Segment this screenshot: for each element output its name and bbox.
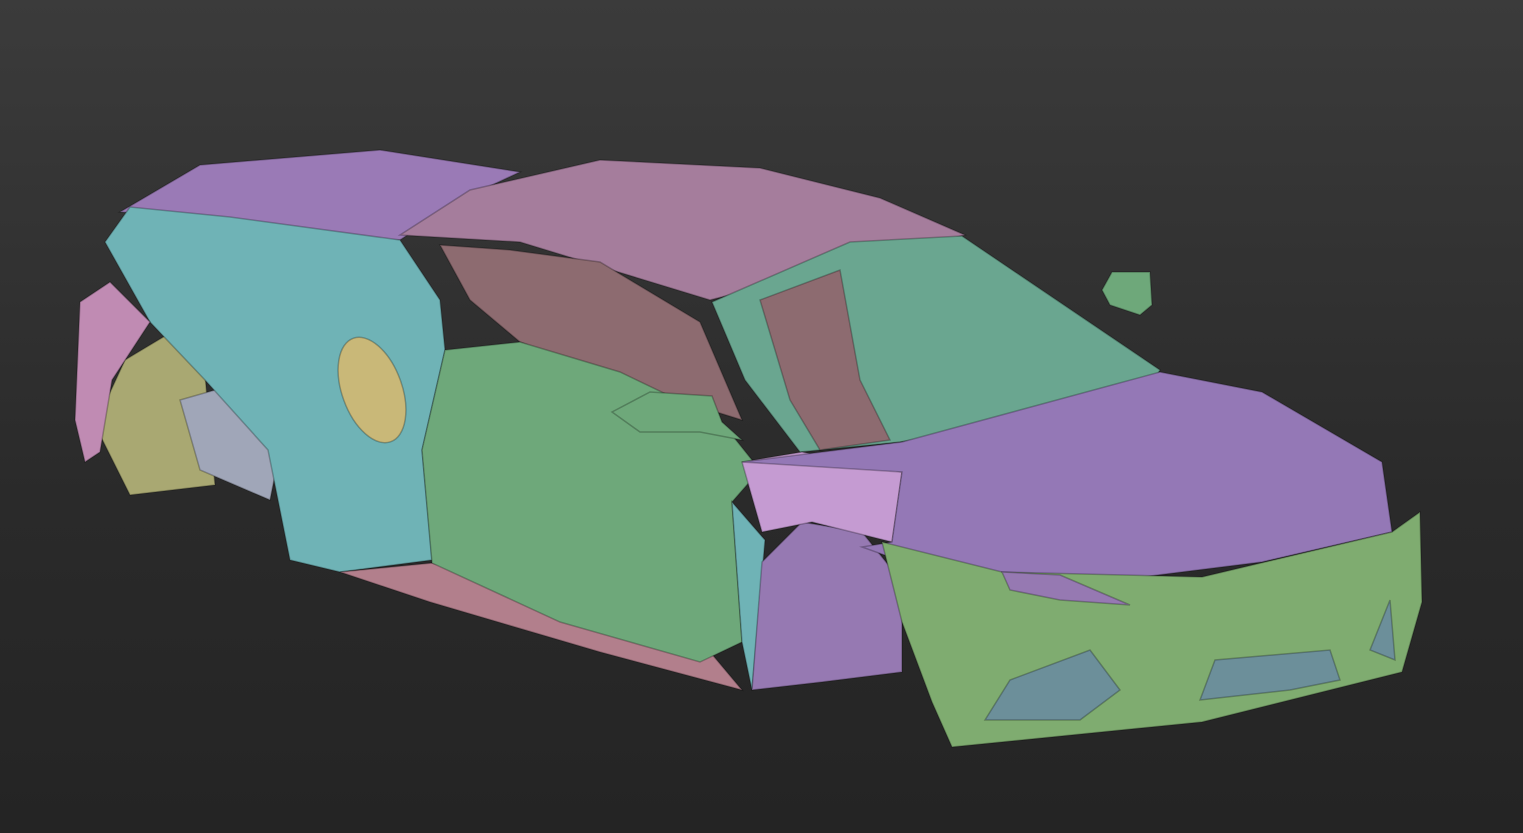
car-body-model [74,149,1423,748]
3d-viewport[interactable] [0,0,1523,833]
